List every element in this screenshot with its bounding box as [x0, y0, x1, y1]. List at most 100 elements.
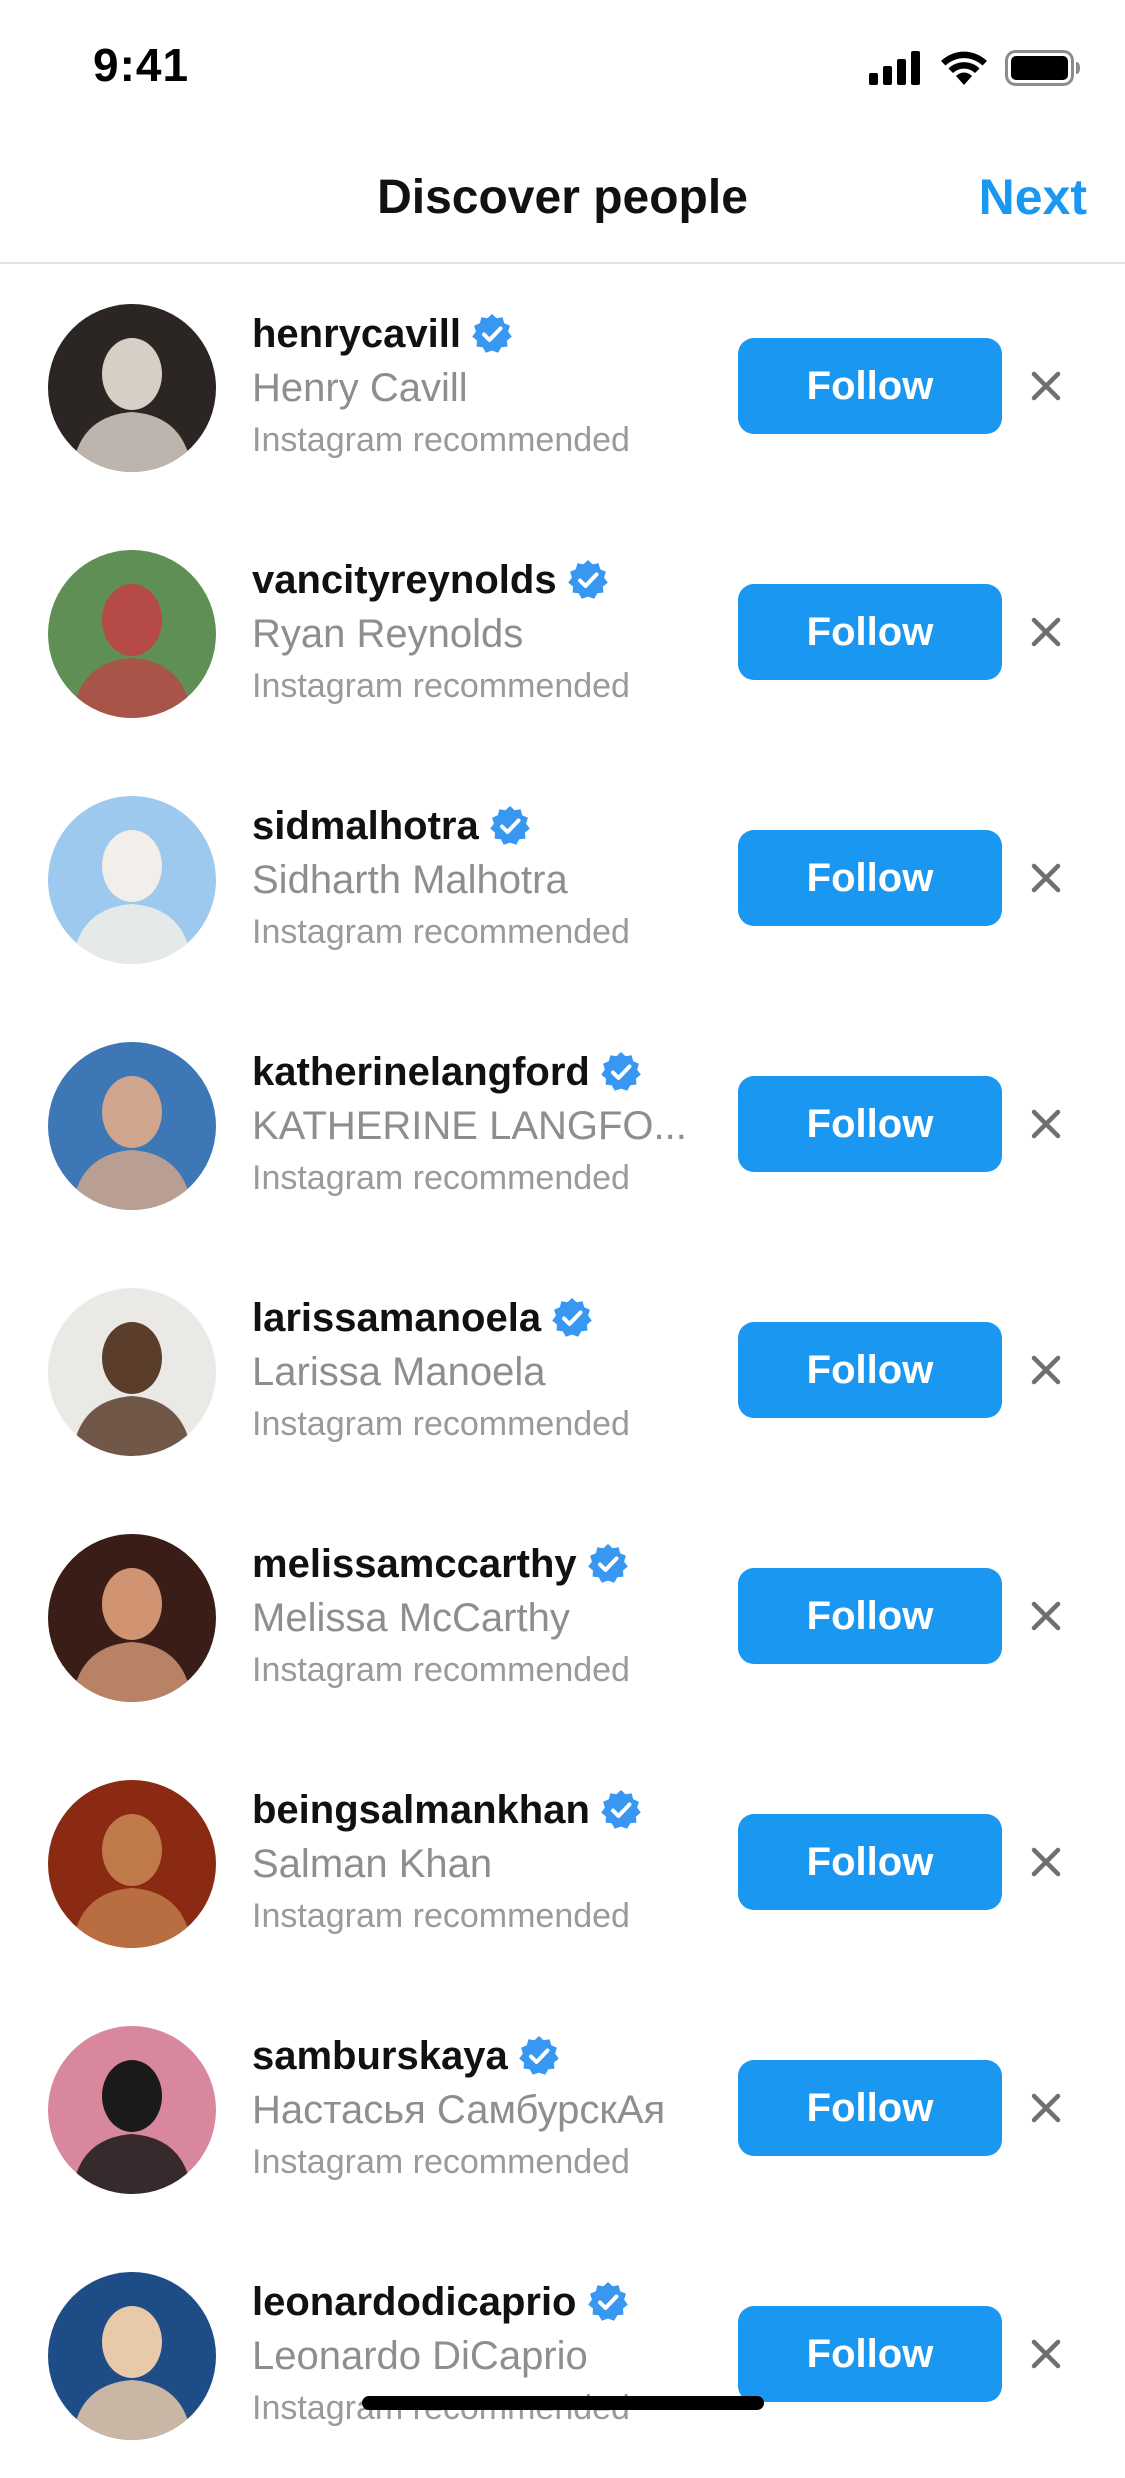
status-bar: 9:41 — [0, 0, 1125, 140]
avatar[interactable] — [48, 2026, 216, 2194]
avatar[interactable] — [48, 1780, 216, 1948]
battery-icon — [1005, 49, 1081, 91]
status-time: 9:41 — [93, 39, 190, 91]
username[interactable]: katherinelangford — [252, 1050, 590, 1095]
verified-badge-icon — [587, 2281, 629, 2323]
wifi-icon — [941, 51, 987, 90]
username-line: melissamccarthy — [252, 1536, 692, 1592]
avatar[interactable] — [48, 304, 216, 472]
full-name: Larissa Manoela — [252, 1350, 546, 1394]
username[interactable]: leonardodicaprio — [252, 2280, 577, 2325]
follow-button[interactable]: Follow — [738, 584, 1002, 680]
home-indicator[interactable] — [362, 2396, 764, 2410]
verified-badge-icon — [587, 1543, 629, 1585]
user-info: samburskaya Настасья СамбурскАя Instagra… — [252, 2028, 692, 2188]
suggestion-row-samburskaya: samburskaya Настасья СамбурскАя Instagra… — [0, 1986, 1125, 2232]
follow-button[interactable]: Follow — [738, 1814, 1002, 1910]
dismiss-icon[interactable] — [1024, 1102, 1068, 1146]
recommendation-subtitle: Instagram recommended — [252, 1897, 630, 1935]
suggestion-row-leonardodicaprio: leonardodicaprio Leonardo DiCaprio Insta… — [0, 2232, 1125, 2478]
username[interactable]: sidmalhotra — [252, 804, 479, 849]
full-name: Henry Cavill — [252, 366, 468, 410]
follow-button[interactable]: Follow — [738, 338, 1002, 434]
user-info: henrycavill Henry Cavill Instagram recom… — [252, 306, 692, 466]
dismiss-icon[interactable] — [1024, 1840, 1068, 1884]
navigation-bar: Discover people Next — [0, 140, 1125, 264]
username[interactable]: vancityreynolds — [252, 558, 557, 603]
suggestion-row-beingsalmankhan: beingsalmankhan Salman Khan Instagram re… — [0, 1740, 1125, 1986]
follow-button[interactable]: Follow — [738, 1076, 1002, 1172]
username-line: beingsalmankhan — [252, 1782, 692, 1838]
follow-button[interactable]: Follow — [738, 2306, 1002, 2402]
suggestion-row-larissamanoela: larissamanoela Larissa Manoela Instagram… — [0, 1248, 1125, 1494]
dismiss-icon[interactable] — [1024, 856, 1068, 900]
suggestion-row-katherinelangford: katherinelangford KATHERINE LANGFO... In… — [0, 1002, 1125, 1248]
dismiss-icon[interactable] — [1024, 2332, 1068, 2376]
verified-badge-icon — [600, 1051, 642, 1093]
full-name: KATHERINE LANGFO... — [252, 1104, 687, 1148]
full-name: Salman Khan — [252, 1842, 493, 1886]
next-button[interactable]: Next — [979, 168, 1087, 226]
dismiss-icon[interactable] — [1024, 2086, 1068, 2130]
username-line: sidmalhotra — [252, 798, 692, 854]
avatar[interactable] — [48, 1288, 216, 1456]
verified-badge-icon — [551, 1297, 593, 1339]
recommendation-subtitle: Instagram recommended — [252, 421, 630, 459]
suggestion-row-melissamccarthy: melissamccarthy Melissa McCarthy Instagr… — [0, 1494, 1125, 1740]
username[interactable]: melissamccarthy — [252, 1542, 577, 1587]
user-info: sidmalhotra Sidharth Malhotra Instagram … — [252, 798, 692, 958]
suggestion-row-vancityreynolds: vancityreynolds Ryan Reynolds Instagram … — [0, 510, 1125, 756]
follow-button[interactable]: Follow — [738, 2060, 1002, 2156]
dismiss-icon[interactable] — [1024, 1348, 1068, 1392]
username[interactable]: larissamanoela — [252, 1296, 541, 1341]
recommendation-subtitle: Instagram recommended — [252, 1651, 630, 1689]
suggestion-row-sidmalhotra: sidmalhotra Sidharth Malhotra Instagram … — [0, 756, 1125, 1002]
recommendation-subtitle: Instagram recommended — [252, 1159, 630, 1197]
recommendation-subtitle: Instagram recommended — [252, 913, 630, 951]
avatar[interactable] — [48, 1534, 216, 1702]
verified-badge-icon — [518, 2035, 560, 2077]
dismiss-icon[interactable] — [1024, 610, 1068, 654]
full-name: Настасья СамбурскАя — [252, 2088, 666, 2132]
verified-badge-icon — [567, 559, 609, 601]
username-line: leonardodicaprio — [252, 2274, 692, 2330]
recommendation-subtitle: Instagram recommended — [252, 2143, 630, 2181]
username-line: larissamanoela — [252, 1290, 692, 1346]
recommendation-subtitle: Instagram recommended — [252, 667, 630, 705]
username[interactable]: henrycavill — [252, 312, 461, 357]
full-name: Melissa McCarthy — [252, 1596, 570, 1640]
suggestion-list: henrycavill Henry Cavill Instagram recom… — [0, 264, 1125, 2478]
follow-button[interactable]: Follow — [738, 1322, 1002, 1418]
user-info: melissamccarthy Melissa McCarthy Instagr… — [252, 1536, 692, 1696]
suggestion-row-henrycavill: henrycavill Henry Cavill Instagram recom… — [0, 264, 1125, 510]
user-info: leonardodicaprio Leonardo DiCaprio Insta… — [252, 2274, 692, 2434]
username-line: samburskaya — [252, 2028, 692, 2084]
verified-badge-icon — [600, 1789, 642, 1831]
full-name: Leonardo DiCaprio — [252, 2334, 588, 2378]
avatar[interactable] — [48, 550, 216, 718]
username[interactable]: beingsalmankhan — [252, 1788, 590, 1833]
username-line: katherinelangford — [252, 1044, 692, 1100]
username-line: vancityreynolds — [252, 552, 692, 608]
cellular-signal-icon — [869, 50, 923, 90]
avatar[interactable] — [48, 2272, 216, 2440]
username[interactable]: samburskaya — [252, 2034, 508, 2079]
dismiss-icon[interactable] — [1024, 364, 1068, 408]
user-info: larissamanoela Larissa Manoela Instagram… — [252, 1290, 692, 1450]
avatar[interactable] — [48, 796, 216, 964]
full-name: Ryan Reynolds — [252, 612, 524, 656]
status-icons — [869, 49, 1081, 91]
user-info: beingsalmankhan Salman Khan Instagram re… — [252, 1782, 692, 1942]
page-title: Discover people — [377, 171, 748, 224]
verified-badge-icon — [471, 313, 513, 355]
verified-badge-icon — [489, 805, 531, 847]
follow-button[interactable]: Follow — [738, 830, 1002, 926]
full-name: Sidharth Malhotra — [252, 858, 568, 902]
avatar[interactable] — [48, 1042, 216, 1210]
dismiss-icon[interactable] — [1024, 1594, 1068, 1638]
user-info: vancityreynolds Ryan Reynolds Instagram … — [252, 552, 692, 712]
recommendation-subtitle: Instagram recommended — [252, 1405, 630, 1443]
follow-button[interactable]: Follow — [738, 1568, 1002, 1664]
username-line: henrycavill — [252, 306, 692, 362]
user-info: katherinelangford KATHERINE LANGFO... In… — [252, 1044, 692, 1204]
